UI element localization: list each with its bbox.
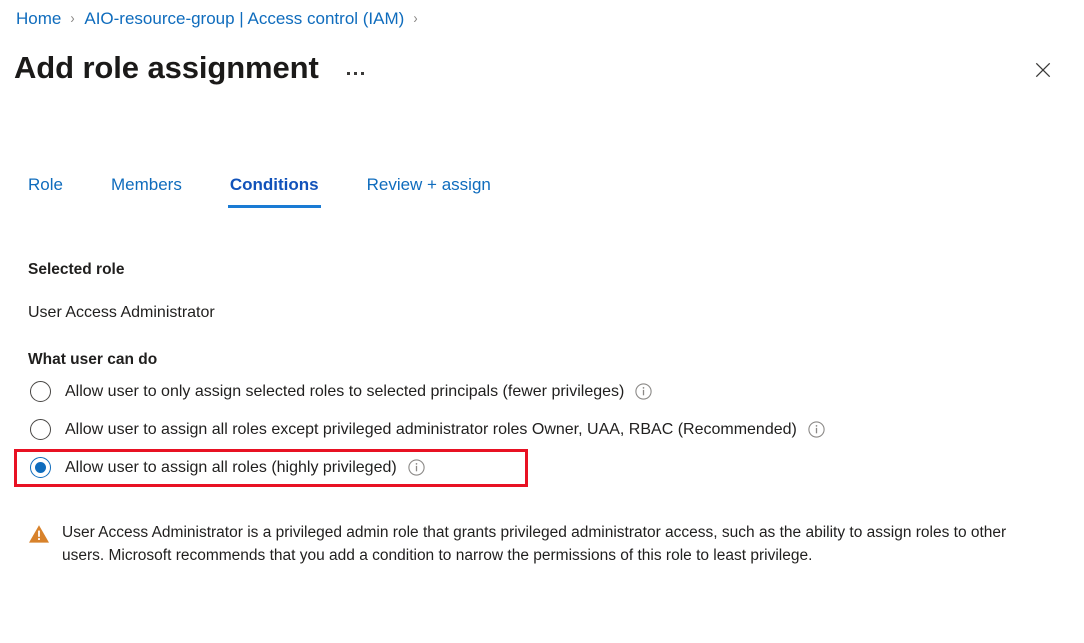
radio-option-all-roles[interactable]: Allow user to assign all roles (highly p… <box>0 448 1084 486</box>
ellipsis-dot-icon <box>346 71 350 75</box>
radio-option-label: Allow user to assign all roles except pr… <box>65 420 797 438</box>
selected-role-value: User Access Administrator <box>28 304 215 321</box>
warning-message: User Access Administrator is a privilege… <box>28 521 1043 567</box>
close-icon <box>1035 62 1051 78</box>
more-commands-button[interactable] <box>345 68 366 79</box>
ellipsis-dot-icon <box>360 71 364 75</box>
info-icon[interactable] <box>808 420 825 438</box>
close-button[interactable] <box>1026 53 1060 87</box>
info-icon[interactable] <box>408 458 425 476</box>
tab-list: Role Members Conditions Review + assign <box>26 172 493 208</box>
page-title: Add role assignment <box>14 50 319 85</box>
what-user-can-do-radio-group: Allow user to only assign selected roles… <box>0 372 1084 486</box>
tab-members[interactable]: Members <box>109 172 184 208</box>
breadcrumb-item-resource-group[interactable]: AIO-resource-group | Access control (IAM… <box>84 8 404 30</box>
radio-option-label: Allow user to only assign selected roles… <box>65 382 625 400</box>
breadcrumb-chevron-icon: › <box>70 10 75 27</box>
radio-option-label: Allow user to assign all roles (highly p… <box>65 458 397 476</box>
ellipsis-dot-icon <box>353 71 357 75</box>
info-icon[interactable] <box>635 382 653 400</box>
breadcrumb-chevron-icon: › <box>413 10 418 27</box>
radio-option-selected-roles[interactable]: Allow user to only assign selected roles… <box>0 372 1084 410</box>
radio-button[interactable] <box>30 456 51 478</box>
breadcrumb-item-home[interactable]: Home <box>16 8 61 30</box>
breadcrumb: Home › AIO-resource-group | Access contr… <box>16 8 427 30</box>
radio-button[interactable] <box>30 418 51 440</box>
warning-triangle-icon <box>29 525 49 543</box>
radio-button[interactable] <box>30 380 51 402</box>
tab-conditions[interactable]: Conditions <box>227 172 321 208</box>
what-user-can-do-heading: What user can do <box>28 351 158 368</box>
warning-text: User Access Administrator is a privilege… <box>62 524 1007 564</box>
radio-option-all-except-privileged[interactable]: Allow user to assign all roles except pr… <box>0 410 1084 448</box>
tab-role[interactable]: Role <box>26 172 65 208</box>
selected-role-heading: Selected role <box>28 261 125 278</box>
title-row: Add role assignment <box>14 48 366 88</box>
tab-review-assign[interactable]: Review + assign <box>365 172 493 208</box>
